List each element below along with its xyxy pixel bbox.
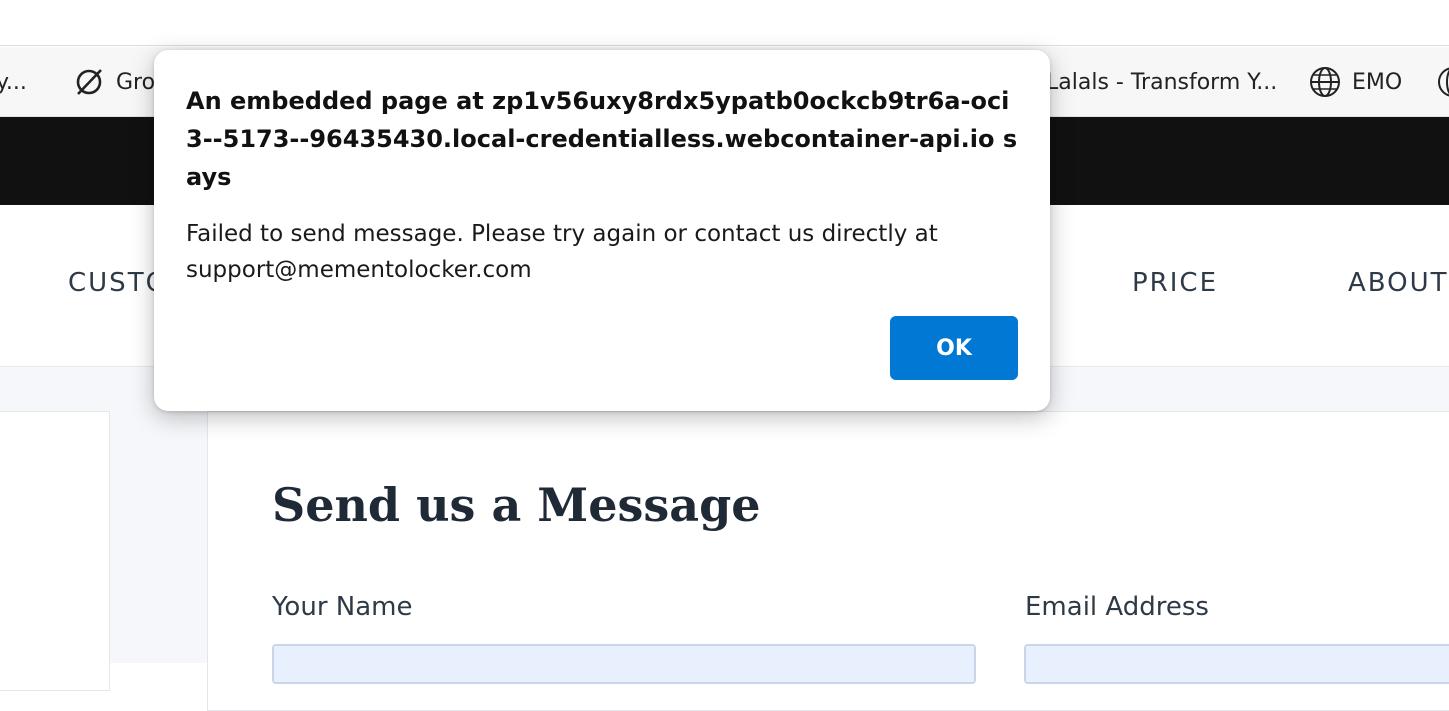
ok-button[interactable]: OK xyxy=(890,316,1018,380)
grok-icon xyxy=(76,69,102,95)
bookmark-label: Lalals - Transform Y... xyxy=(1046,69,1278,95)
dialog-message: Failed to send message. Please try again… xyxy=(186,221,938,283)
name-field-label: Your Name xyxy=(272,592,413,622)
bookmark-item-partial[interactable] xyxy=(1436,47,1449,117)
bookmark-item-emo[interactable]: EMO xyxy=(1308,47,1402,117)
nav-item-price[interactable]: PRICE xyxy=(1132,268,1218,298)
nav-item-about[interactable]: ABOUT xyxy=(1348,268,1449,298)
bookmark-label: EMO xyxy=(1352,69,1403,95)
bookmark-item[interactable]: y... xyxy=(0,47,27,117)
dialog-title: An embedded page at zp1v56uxy8rdx5ypatb0… xyxy=(186,87,1018,191)
contact-info-card: ? xyxy=(0,411,110,691)
bookmark-label: Gro xyxy=(116,69,156,95)
browser-tab-strip xyxy=(0,0,1449,46)
alert-dialog: An embedded page at zp1v56uxy8rdx5ypatb0… xyxy=(154,50,1050,411)
bookmark-item-grok[interactable]: Gro xyxy=(72,47,155,117)
name-input[interactable] xyxy=(272,644,976,684)
email-input[interactable] xyxy=(1024,644,1449,684)
email-field-label: Email Address xyxy=(1025,592,1209,622)
bookmark-item-lalals[interactable]: Lalals - Transform Y... xyxy=(1046,47,1277,117)
card-text-fragment: ? xyxy=(0,644,1,669)
globe-icon xyxy=(1310,67,1340,97)
bookmark-label: y... xyxy=(0,69,27,95)
globe-icon xyxy=(1438,67,1449,97)
form-title: Send us a Message xyxy=(272,478,761,532)
